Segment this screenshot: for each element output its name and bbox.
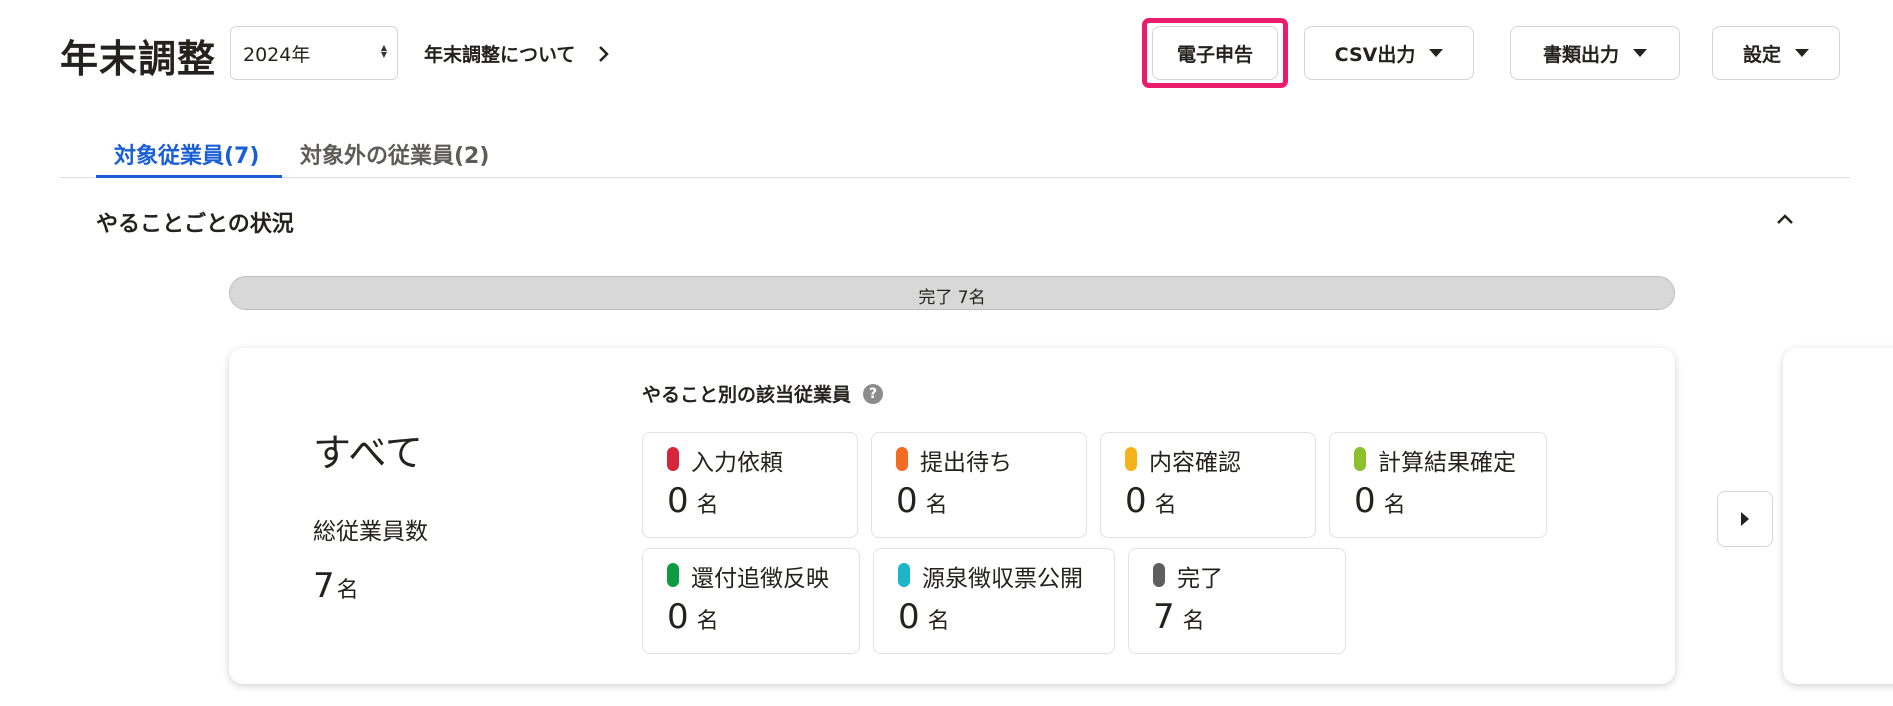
total-unit: 名 xyxy=(336,578,359,603)
caret-right-icon xyxy=(1741,512,1749,526)
section-title: やることごとの状況 xyxy=(96,212,294,237)
status-label: 還付追徴反映 xyxy=(691,566,829,592)
all-title: すべて xyxy=(313,431,423,475)
status-content-review[interactable]: 内容確認 0名 xyxy=(1100,432,1316,538)
status-label: 源泉徴収票公開 xyxy=(922,566,1083,592)
progress-label: 完了 7名 xyxy=(918,288,986,308)
tab-excluded-employees[interactable]: 対象外の従業員(2) xyxy=(300,138,489,170)
about-link-label: 年末調整について xyxy=(424,44,576,66)
status-label: 内容確認 xyxy=(1149,450,1241,476)
status-count: 0名 xyxy=(898,597,950,637)
status-refund-reflected[interactable]: 還付追徴反映 0名 xyxy=(642,548,860,654)
status-summary-card: すべて 総従業員数 7名 やること別の該当従業員 ? 入力依頼 0名 提出待ち … xyxy=(229,348,1773,684)
csv-export-button[interactable]: CSV出力 xyxy=(1304,26,1474,80)
status-completed[interactable]: 完了 7名 xyxy=(1128,548,1346,654)
status-count: 0名 xyxy=(1125,481,1177,521)
task-heading: やること別の該当従業員 ? xyxy=(642,380,884,407)
document-export-label: 書類出力 xyxy=(1542,43,1619,66)
caret-down-icon xyxy=(1429,49,1444,57)
status-count: 0名 xyxy=(667,597,719,637)
next-card-preview xyxy=(1783,348,1893,684)
settings-button[interactable]: 設定 xyxy=(1712,26,1840,80)
chevron-right-icon xyxy=(599,45,610,62)
year-select-value: 2024年 xyxy=(243,43,311,66)
status-color-dot xyxy=(1153,563,1165,587)
status-color-dot xyxy=(667,447,679,471)
csv-export-label: CSV出力 xyxy=(1334,43,1416,66)
status-color-dot xyxy=(898,563,910,587)
status-count: 7名 xyxy=(1153,597,1205,637)
total-employees-value: 7名 xyxy=(313,566,359,606)
e-filing-button[interactable]: 電子申告 xyxy=(1152,26,1278,80)
settings-label: 設定 xyxy=(1742,43,1781,66)
caret-down-icon xyxy=(1795,49,1809,57)
year-select[interactable]: 2024年 ▲ ▼ xyxy=(230,26,398,80)
status-awaiting-submission[interactable]: 提出待ち 0名 xyxy=(871,432,1087,538)
chevron-up-icon[interactable] xyxy=(1774,208,1796,230)
select-arrows-icon: ▲ ▼ xyxy=(380,43,387,59)
status-label: 計算結果確定 xyxy=(1378,450,1516,476)
question-circle-icon[interactable]: ? xyxy=(863,383,884,404)
caret-down-icon xyxy=(1633,49,1647,57)
status-count: 0名 xyxy=(667,481,719,521)
status-count: 0名 xyxy=(1354,481,1406,521)
tab-target-employees[interactable]: 対象従業員(7) xyxy=(114,138,259,170)
status-label: 完了 xyxy=(1177,566,1223,592)
status-calculation-confirmed[interactable]: 計算結果確定 0名 xyxy=(1329,432,1547,538)
status-color-dot xyxy=(667,563,679,587)
status-input-request[interactable]: 入力依頼 0名 xyxy=(642,432,858,538)
completion-progress-bar: 完了 7名 xyxy=(229,276,1675,310)
total-value: 7 xyxy=(313,566,335,606)
total-employees-label: 総従業員数 xyxy=(313,519,428,545)
page-title: 年末調整 xyxy=(60,37,217,81)
status-count: 0名 xyxy=(896,481,948,521)
task-heading-label: やること別の該当従業員 xyxy=(642,384,852,406)
about-year-end-adjustment-link[interactable]: 年末調整について xyxy=(424,40,611,67)
active-tab-indicator xyxy=(96,175,282,178)
status-withholding-slip-published[interactable]: 源泉徴収票公開 0名 xyxy=(873,548,1115,654)
status-label: 提出待ち xyxy=(920,450,1012,476)
status-color-dot xyxy=(896,447,908,471)
status-color-dot xyxy=(1354,447,1366,471)
tab-divider xyxy=(60,177,1850,178)
document-export-button[interactable]: 書類出力 xyxy=(1510,26,1680,80)
e-filing-button-label: 電子申告 xyxy=(1176,43,1253,66)
status-color-dot xyxy=(1125,447,1137,471)
status-label: 入力依頼 xyxy=(691,450,783,476)
next-card-button[interactable] xyxy=(1717,491,1773,547)
